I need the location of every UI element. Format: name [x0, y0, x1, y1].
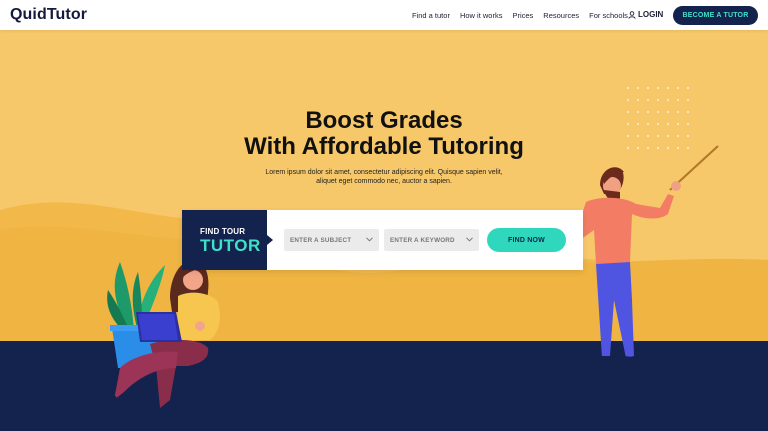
keyword-select-placeholder: ENTER A KEYWORD: [390, 236, 455, 244]
search-label-small: FIND TOUR: [200, 227, 246, 236]
chevron-down-icon: [366, 237, 373, 242]
nav-link-for-schools[interactable]: For schools: [589, 11, 628, 20]
subtext-line-2: aliquet eget commodo nec, auctor a sapie…: [316, 178, 452, 185]
search-label-big: TUTOR: [200, 236, 261, 255]
headline-line-2: With Affordable Tutoring: [244, 133, 524, 160]
hero-subtext: Lorem ipsum dolor sit amet, consectetur …: [0, 168, 768, 186]
logo[interactable]: QuidTutor: [10, 6, 87, 24]
user-icon: [628, 10, 636, 19]
nav-links: Find a tutor How it works Prices Resourc…: [412, 11, 638, 20]
subtext-line-1: Lorem ipsum dolor sit amet, consectetur …: [265, 169, 503, 176]
hero-headline: Boost Grades With Affordable Tutoring: [0, 108, 768, 160]
subject-select[interactable]: ENTER A SUBJECT: [284, 229, 379, 251]
nav-link-resources[interactable]: Resources: [543, 11, 579, 20]
nav-link-prices[interactable]: Prices: [512, 11, 533, 20]
footer-band: [0, 341, 768, 431]
search-label-panel: FIND TOUR TUTOR: [182, 210, 273, 270]
become-a-tutor-button[interactable]: BECOME A TUTOR: [673, 6, 758, 25]
tutor-search-box: FIND TOUR TUTOR ENTER A SUBJECT ENTER A …: [182, 210, 583, 270]
login-label: LOGIN: [638, 10, 664, 19]
find-now-button[interactable]: FIND NOW: [487, 228, 566, 252]
subject-select-placeholder: ENTER A SUBJECT: [290, 236, 352, 244]
chevron-down-icon: [466, 237, 473, 242]
label-pointer-arrow: [267, 235, 273, 245]
top-navbar: QuidTutor Find a tutor How it works Pric…: [0, 0, 768, 30]
nav-link-how-it-works[interactable]: How it works: [460, 11, 503, 20]
login-link[interactable]: LOGIN: [628, 10, 663, 19]
nav-link-find-a-tutor[interactable]: Find a tutor: [412, 11, 450, 20]
headline-line-1: Boost Grades: [305, 107, 463, 134]
keyword-select[interactable]: ENTER A KEYWORD: [384, 229, 479, 251]
